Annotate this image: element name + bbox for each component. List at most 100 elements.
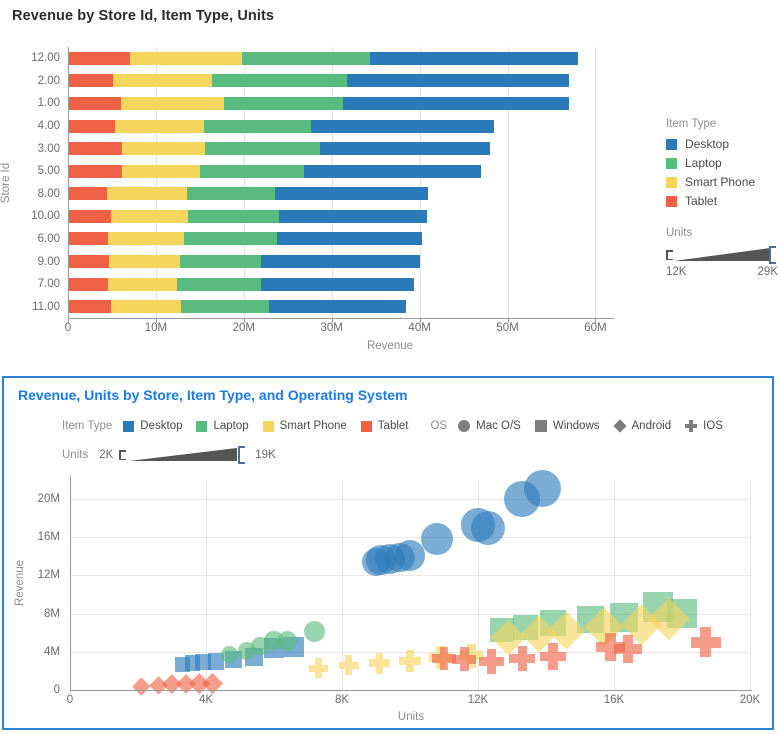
bar-segment-laptop[interactable] bbox=[205, 142, 321, 156]
scatter-point[interactable] bbox=[399, 650, 421, 673]
bar-segment-laptop[interactable] bbox=[187, 209, 279, 223]
bar-segment-desktop[interactable] bbox=[320, 142, 490, 156]
bar-segment-tablet[interactable] bbox=[68, 187, 107, 201]
bar-segment-desktop[interactable] bbox=[304, 164, 482, 178]
scatter-point[interactable] bbox=[596, 632, 625, 662]
units-slider-handle-right[interactable] bbox=[769, 246, 778, 264]
scatter-point[interactable] bbox=[308, 658, 328, 678]
bar-segment-smart-phone[interactable] bbox=[111, 300, 182, 314]
scatter-point[interactable] bbox=[175, 674, 196, 695]
units-size-slider[interactable] bbox=[666, 246, 778, 264]
bar-segment-desktop[interactable] bbox=[275, 187, 429, 201]
scatter-legend-item-desktop[interactable]: Desktop bbox=[123, 420, 182, 432]
bar-segment-desktop[interactable] bbox=[269, 300, 407, 314]
bar-segment-smart-phone[interactable] bbox=[129, 51, 243, 65]
bar-segment-tablet[interactable] bbox=[68, 51, 130, 65]
bar-segment-laptop[interactable] bbox=[242, 51, 370, 65]
os-legend-item-mac-o-s[interactable]: Mac O/S bbox=[458, 420, 521, 432]
scatter-units-handle-right[interactable] bbox=[238, 446, 247, 464]
scatter-units-size-slider[interactable] bbox=[119, 446, 247, 464]
scatter-point[interactable] bbox=[277, 631, 298, 652]
scatter-point[interactable] bbox=[194, 654, 211, 671]
bar-segment-laptop[interactable] bbox=[204, 119, 311, 133]
scatter-point[interactable] bbox=[620, 603, 662, 645]
bar-segment-laptop[interactable] bbox=[184, 232, 278, 246]
scatter-point[interactable] bbox=[432, 646, 456, 671]
bar-segment-smart-phone[interactable] bbox=[106, 187, 187, 201]
scatter-point[interactable] bbox=[429, 646, 453, 670]
os-legend-item-ios[interactable]: IOS bbox=[685, 420, 723, 432]
scatter-point[interactable] bbox=[613, 635, 642, 663]
scatter-point[interactable] bbox=[149, 675, 168, 695]
bar-segment-desktop[interactable] bbox=[310, 119, 495, 133]
scatter-point[interactable] bbox=[368, 652, 390, 674]
os-legend-item-windows[interactable]: Windows bbox=[534, 420, 600, 432]
scatter-point[interactable] bbox=[264, 630, 284, 651]
bar-segment-tablet[interactable] bbox=[68, 119, 116, 133]
scatter-point[interactable] bbox=[366, 545, 396, 575]
scatter-point[interactable] bbox=[509, 645, 535, 672]
bar-segment-tablet[interactable] bbox=[68, 232, 109, 246]
scatter-point[interactable] bbox=[647, 598, 690, 641]
scatter-point[interactable] bbox=[374, 544, 405, 575]
bar-row[interactable] bbox=[68, 51, 613, 65]
bar-segment-laptop[interactable] bbox=[177, 277, 261, 291]
legend-item-desktop[interactable]: Desktop bbox=[666, 137, 778, 151]
bar-segment-laptop[interactable] bbox=[186, 187, 276, 201]
bar-segment-laptop[interactable] bbox=[224, 96, 344, 110]
bar-row[interactable] bbox=[68, 142, 613, 156]
scatter-point[interactable] bbox=[244, 647, 263, 666]
scatter-units-handle-left[interactable] bbox=[119, 450, 127, 460]
scatter-point[interactable] bbox=[471, 510, 506, 545]
bar-segment-laptop[interactable] bbox=[181, 300, 270, 314]
bar-row[interactable] bbox=[68, 164, 613, 178]
bar-row[interactable] bbox=[68, 119, 613, 133]
scatter-point[interactable] bbox=[361, 547, 391, 577]
bar-row[interactable] bbox=[68, 300, 613, 314]
bar-segment-tablet[interactable] bbox=[68, 277, 109, 291]
scatter-point[interactable] bbox=[304, 621, 326, 643]
bar-row[interactable] bbox=[68, 209, 613, 223]
scatter-point[interactable] bbox=[421, 523, 454, 556]
bar-row[interactable] bbox=[68, 255, 613, 269]
scatter-point[interactable] bbox=[264, 638, 284, 658]
bar-row[interactable] bbox=[68, 96, 613, 110]
bar-segment-desktop[interactable] bbox=[278, 209, 427, 223]
bar-row[interactable] bbox=[68, 232, 613, 246]
bar-segment-laptop[interactable] bbox=[199, 164, 305, 178]
bar-segment-desktop[interactable] bbox=[343, 96, 570, 110]
scatter-point[interactable] bbox=[520, 615, 558, 652]
scatter-point[interactable] bbox=[513, 615, 539, 641]
bar-row[interactable] bbox=[68, 277, 613, 291]
scatter-point[interactable] bbox=[394, 540, 426, 571]
scatter-point[interactable] bbox=[576, 605, 604, 633]
scatter-point[interactable] bbox=[284, 637, 305, 657]
scatter-point[interactable] bbox=[174, 656, 190, 672]
scatter-legend-item-laptop[interactable]: Laptop bbox=[196, 420, 249, 432]
scatter-point[interactable] bbox=[224, 650, 242, 669]
bar-segment-tablet[interactable] bbox=[68, 142, 122, 156]
bar-segment-smart-phone[interactable] bbox=[121, 164, 200, 178]
scatter-point[interactable] bbox=[385, 542, 415, 573]
bar-segment-smart-phone[interactable] bbox=[112, 74, 213, 88]
scatter-point[interactable] bbox=[162, 674, 182, 694]
bar-segment-smart-phone[interactable] bbox=[121, 142, 206, 156]
scatter-point[interactable] bbox=[523, 469, 562, 508]
bar-segment-tablet[interactable] bbox=[68, 255, 110, 269]
bar-segment-laptop[interactable] bbox=[179, 255, 262, 269]
bar-segment-desktop[interactable] bbox=[261, 255, 420, 269]
bar-row[interactable] bbox=[68, 74, 613, 88]
legend-item-tablet[interactable]: Tablet bbox=[666, 194, 778, 208]
os-legend-item-android[interactable]: Android bbox=[612, 419, 671, 433]
scatter-legend-item-smart-phone[interactable]: Smart Phone bbox=[262, 420, 347, 432]
units-slider-handle-left[interactable] bbox=[666, 250, 673, 260]
scatter-legend-item-tablet[interactable]: Tablet bbox=[360, 420, 408, 432]
bar-segment-tablet[interactable] bbox=[68, 300, 112, 314]
legend-item-smart-phone[interactable]: Smart Phone bbox=[666, 175, 778, 189]
bar-segment-tablet[interactable] bbox=[68, 209, 112, 223]
scatter-point[interactable] bbox=[547, 611, 586, 650]
scatter-point[interactable] bbox=[491, 619, 527, 656]
bar-segment-desktop[interactable] bbox=[346, 74, 570, 88]
legend-item-laptop[interactable]: Laptop bbox=[666, 156, 778, 170]
scatter-point[interactable] bbox=[459, 643, 484, 668]
